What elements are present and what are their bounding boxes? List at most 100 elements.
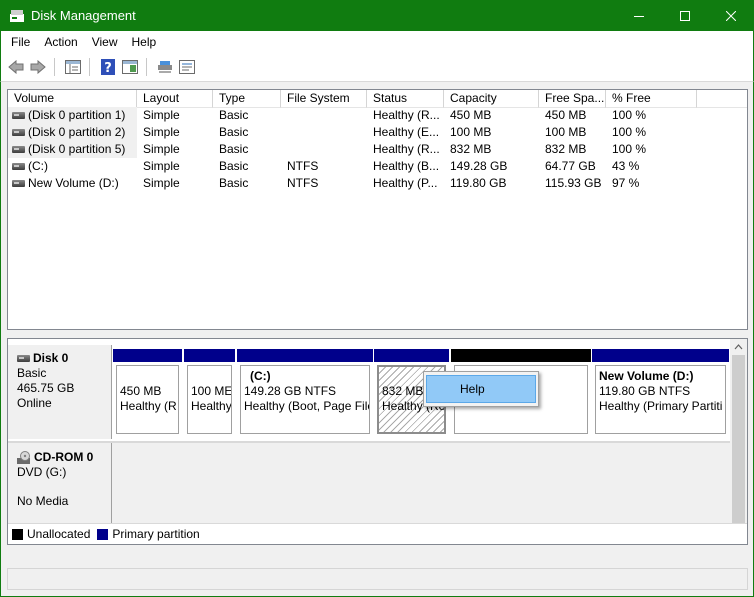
primary-partition-bar	[374, 349, 449, 362]
free-space-cell: 832 MB	[545, 142, 587, 156]
partition-name: New Volume (D:)	[599, 369, 694, 383]
column-header-file-system[interactable]: File System	[281, 90, 367, 108]
status-bar	[7, 568, 748, 590]
partition-1[interactable]: 450 MB Healthy (R	[113, 349, 182, 435]
scroll-up-icon[interactable]	[730, 340, 747, 354]
percent-free-cell: 43 %	[612, 159, 640, 173]
minimize-button[interactable]	[616, 0, 662, 31]
maximize-icon	[680, 10, 690, 21]
title-bar: Disk Management	[0, 0, 754, 31]
volume-name: (Disk 0 partition 2)	[28, 125, 126, 139]
volume-cell: (Disk 0 partition 1)	[8, 107, 137, 124]
toolbar-separator	[54, 58, 55, 76]
volume-row[interactable]: (Disk 0 partition 5) Simple Basic Health…	[8, 141, 747, 158]
layout-cell: Simple	[143, 176, 180, 190]
volume-cell: New Volume (D:)	[8, 175, 137, 192]
disk-0-state: Online	[17, 396, 52, 410]
partition-2[interactable]: 100 ME Healthy	[184, 349, 235, 435]
volume-cell: (Disk 0 partition 5)	[8, 141, 137, 158]
partition-size: 149.28 GB NTFS	[244, 384, 337, 398]
toolbar: ?	[0, 53, 754, 82]
partition-size: 100 ME	[191, 384, 232, 398]
connect-icon	[158, 61, 172, 73]
volume-name: (Disk 0 partition 1)	[28, 108, 126, 122]
primary-partition-bar	[113, 349, 182, 362]
console-tree-button[interactable]	[63, 57, 83, 77]
scrollbar-thumb[interactable]	[732, 355, 745, 526]
partition-status: Healthy (R	[120, 399, 177, 413]
capacity-cell: 832 MB	[450, 142, 492, 156]
volume-row[interactable]: (Disk 0 partition 2) Simple Basic Health…	[8, 124, 747, 141]
partition-c[interactable]: (C:) 149.28 GB NTFS Healthy (Boot, Page …	[237, 349, 373, 435]
svg-text:?: ?	[104, 61, 112, 75]
partition-status: Healthy (Boot, Page File	[244, 399, 370, 413]
context-menu-help[interactable]: Help	[426, 375, 536, 403]
volume-row[interactable]: (Disk 0 partition 1) Simple Basic Health…	[8, 107, 747, 124]
disk-management-app-icon	[9, 9, 25, 23]
primary-partition-bar	[237, 349, 373, 362]
column-header-capacity[interactable]: Capacity	[444, 90, 539, 108]
back-icon	[8, 60, 24, 74]
percent-free-cell: 97 %	[612, 176, 640, 190]
volume-row[interactable]: New Volume (D:) Simple Basic NTFS Health…	[8, 175, 747, 192]
volume-row[interactable]: (C:) Simple Basic NTFS Healthy (B... 149…	[8, 158, 747, 175]
toolbar-separator	[89, 58, 90, 76]
volume-drive-icon	[12, 129, 25, 136]
forward-button[interactable]	[28, 57, 48, 77]
disk-0-row: Disk 0 Basic 465.75 GB Online 450 MB Hea…	[8, 345, 738, 439]
disk-pane-scrollbar[interactable]	[730, 339, 747, 544]
partition-d[interactable]: New Volume (D:) 119.80 GB NTFS Healthy (…	[592, 349, 729, 435]
connect-button[interactable]	[155, 57, 175, 77]
column-header-free-space[interactable]: Free Spa...	[539, 90, 606, 108]
volume-list[interactable]: Volume Layout Type File System Status Ca…	[7, 89, 748, 330]
show-pane-icon	[122, 60, 138, 74]
properties-button[interactable]	[177, 57, 197, 77]
help-button[interactable]: ?	[98, 57, 118, 77]
status-cell: Healthy (E...	[373, 125, 440, 139]
partition-size: 119.80 GB NTFS	[599, 384, 691, 398]
cd-drive-icon	[17, 450, 30, 464]
partition-size: 450 MB	[120, 384, 162, 398]
close-icon	[726, 10, 736, 21]
disk-0-size: 465.75 GB	[17, 381, 75, 395]
menu-file[interactable]: File	[4, 32, 37, 52]
window-title: Disk Management	[31, 8, 136, 23]
capacity-cell: 450 MB	[450, 108, 492, 122]
column-header-percent-free[interactable]: % Free	[606, 90, 697, 108]
layout-cell: Simple	[143, 159, 180, 173]
disk-layout-pane[interactable]: Disk 0 Basic 465.75 GB Online 450 MB Hea…	[7, 338, 748, 545]
show-pane-button[interactable]	[120, 57, 140, 77]
type-cell: Basic	[219, 125, 249, 139]
column-header-filler	[697, 90, 747, 108]
cdrom-name: CD-ROM 0	[34, 450, 94, 464]
back-button[interactable]	[6, 57, 26, 77]
percent-free-cell: 100 %	[612, 108, 647, 122]
help-icon: ?	[101, 59, 115, 75]
partition-status: Healthy	[191, 399, 232, 413]
column-header-volume[interactable]: Volume	[8, 90, 137, 108]
volume-drive-icon	[12, 112, 25, 119]
menu-view[interactable]: View	[85, 32, 125, 52]
context-menu: Help	[423, 371, 539, 407]
menu-action[interactable]: Action	[37, 32, 84, 52]
menu-help[interactable]: Help	[125, 32, 164, 52]
status-cell: Healthy (R...	[373, 142, 440, 156]
free-space-cell: 450 MB	[545, 108, 587, 122]
type-cell: Basic	[219, 108, 249, 122]
column-header-type[interactable]: Type	[213, 90, 281, 108]
unallocated-bar	[451, 349, 591, 362]
volume-name: New Volume (D:)	[28, 176, 119, 190]
cdrom-state: No Media	[17, 494, 69, 508]
status-cell: Healthy (P...	[373, 176, 438, 190]
volume-cell: (C:)	[8, 158, 137, 175]
disk-0-label[interactable]: Disk 0 Basic 465.75 GB Online	[8, 345, 112, 439]
maximize-button[interactable]	[662, 0, 708, 31]
column-header-layout[interactable]: Layout	[137, 90, 213, 108]
cdrom-type: DVD (G:)	[17, 465, 67, 479]
volume-cell: (Disk 0 partition 2)	[8, 124, 137, 141]
file-system-cell	[281, 107, 367, 124]
close-button[interactable]	[708, 0, 754, 31]
status-cell: Healthy (R...	[373, 108, 440, 122]
column-header-status[interactable]: Status	[367, 90, 444, 108]
unallocated-swatch	[12, 528, 23, 540]
